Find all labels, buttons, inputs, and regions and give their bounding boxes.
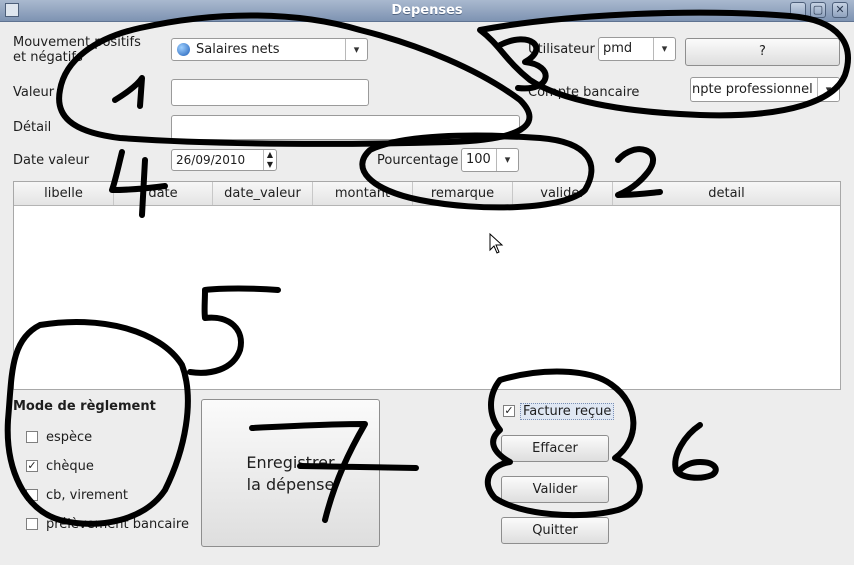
enregistrer-depense-button[interactable]: Enregistrer la dépense [201, 399, 380, 547]
maximize-button[interactable]: ▢ [810, 2, 826, 18]
minimize-button[interactable]: _ [790, 2, 806, 18]
compte-bancaire-select[interactable]: npte professionnel ▾ [690, 77, 840, 102]
utilisateur-select[interactable]: pmd ▾ [598, 37, 676, 61]
valeur-label: Valeur [13, 85, 55, 100]
date-valeur-label: Date valeur [13, 153, 90, 168]
cb-virement-label[interactable]: cb, virement [46, 488, 128, 503]
chevron-down-icon: ▾ [653, 38, 675, 60]
quitter-button[interactable]: Quitter [501, 517, 609, 544]
chevron-down-icon: ▾ [817, 78, 839, 101]
date-valeur-spinbox[interactable]: 26/09/2010 ▲ ▼ [171, 149, 277, 171]
facture-recue-checkbox[interactable]: ✓ [503, 405, 515, 417]
column-header-date-valeur[interactable]: date_valeur [213, 182, 313, 205]
mouvement-select[interactable]: Salaires nets ▾ [171, 38, 368, 61]
date-valeur-value: 26/09/2010 [176, 153, 246, 167]
annotation-number-1 [112, 75, 145, 109]
valeur-input[interactable] [171, 79, 369, 106]
mouvement-label: Mouvement positifs [13, 35, 141, 50]
enregistrer-label-line2: la dépense [246, 475, 335, 494]
table-header: libelle date date_valeur montant remarqu… [14, 182, 840, 206]
cheque-label[interactable]: chèque [46, 459, 94, 474]
detail-input[interactable] [171, 115, 520, 140]
prelevement-checkbox[interactable] [26, 518, 38, 530]
compte-bancaire-label: Compte bancaire [528, 85, 640, 100]
globe-icon [177, 43, 190, 56]
facture-recue-label[interactable]: Facture reçue [520, 403, 615, 420]
mouvement-value: Salaires nets [196, 42, 280, 57]
cb-virement-checkbox[interactable] [26, 489, 38, 501]
column-header-valider[interactable]: valider [513, 182, 613, 205]
utilisateur-label: Utilisateur [528, 42, 595, 57]
column-header-remarque[interactable]: remarque [413, 182, 513, 205]
cheque-checkbox[interactable]: ✓ [26, 460, 38, 472]
annotation-number-6 [672, 422, 719, 481]
reglement-title: Mode de règlement [13, 399, 156, 414]
close-button[interactable]: ✕ [832, 2, 848, 18]
pourcentage-select[interactable]: 100 ▾ [461, 148, 519, 172]
valider-button[interactable]: Valider [501, 476, 609, 503]
window-title: Depenses [391, 3, 463, 18]
detail-label: Détail [13, 120, 52, 135]
effacer-button[interactable]: Effacer [501, 435, 609, 462]
pourcentage-label: Pourcentage [377, 153, 459, 168]
spin-down-icon[interactable]: ▼ [263, 160, 276, 170]
column-header-libelle[interactable]: libelle [14, 182, 114, 205]
column-header-detail[interactable]: detail [613, 182, 840, 205]
column-header-montant[interactable]: montant [313, 182, 413, 205]
help-button[interactable]: ? [685, 38, 840, 66]
enregistrer-label-line1: Enregistrer [246, 453, 335, 472]
prelevement-label[interactable]: prélèvement bancaire [46, 517, 189, 532]
chevron-down-icon: ▾ [345, 39, 367, 60]
spin-up-icon[interactable]: ▲ [263, 150, 276, 160]
compte-bancaire-value: npte professionnel [692, 82, 813, 97]
mouvement-label-line2: et négatifs [13, 50, 83, 65]
espece-label[interactable]: espèce [46, 430, 92, 445]
espece-checkbox[interactable] [26, 431, 38, 443]
depenses-table[interactable]: libelle date date_valeur montant remarqu… [13, 181, 841, 390]
column-header-date[interactable]: date [114, 182, 213, 205]
utilisateur-value: pmd [603, 41, 633, 56]
chevron-down-icon: ▾ [496, 149, 518, 171]
pourcentage-value: 100 [466, 152, 491, 167]
